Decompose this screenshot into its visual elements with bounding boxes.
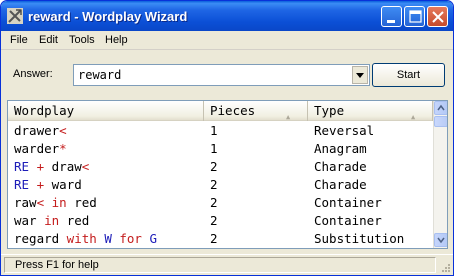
pieces-cell: 2: [210, 159, 218, 174]
status-text: Press F1 for help: [15, 259, 99, 271]
column-header-wordplay[interactable]: Wordplay: [8, 101, 204, 121]
menu-help[interactable]: Help: [105, 34, 128, 46]
wordplay-token: +: [29, 159, 52, 174]
chevron-down-icon: [356, 73, 364, 78]
answer-combobox[interactable]: reward: [73, 64, 370, 86]
wordplay-token: <: [36, 195, 45, 210]
wordplay-list[interactable]: Wordplay Pieces ▲ Type ▲ drawer< 1 Reversa…: [7, 100, 448, 249]
pieces-cell: 1: [210, 123, 218, 138]
wordplay-token: <: [59, 123, 67, 138]
pieces-cell: 2: [210, 231, 218, 246]
wordplay-cell: warder*: [14, 141, 67, 156]
wordplay-token: war: [14, 213, 37, 228]
minimize-button[interactable]: [381, 6, 402, 27]
minimize-icon: [387, 20, 395, 23]
answer-label: Answer:: [13, 68, 53, 80]
type-cell: Substitution: [314, 231, 405, 246]
wordplay-token: in: [36, 213, 67, 228]
window-title: reward - Wordplay Wizard: [28, 9, 188, 24]
wordplay-token: red: [66, 213, 90, 228]
chevron-down-icon: [437, 237, 445, 244]
wordplay-token: regard: [14, 231, 60, 246]
wordplay-token: *: [59, 141, 67, 156]
type-cell: Reversal: [314, 123, 375, 138]
type-cell: Anagram: [314, 141, 367, 156]
column-header-pieces[interactable]: Pieces ▲: [204, 101, 308, 121]
pieces-cell: 2: [210, 195, 218, 210]
wordplay-token: raw: [14, 195, 37, 210]
wordplay-token: W: [104, 231, 112, 246]
wizard-tools-icon: [7, 8, 23, 24]
start-button[interactable]: Start: [372, 63, 445, 87]
pieces-cell: 2: [210, 213, 218, 228]
vertical-scrollbar[interactable]: [433, 101, 447, 248]
wordplay-token: for: [111, 231, 150, 246]
type-cell: Container: [314, 195, 382, 210]
wordplay-token: ward: [51, 177, 82, 192]
list-rows: drawer< 1 Reversal warder* 1 Anagram RE + draw…: [8, 122, 433, 248]
pieces-cell: 2: [210, 177, 218, 192]
answer-input[interactable]: reward: [78, 68, 121, 82]
answer-dropdown-button[interactable]: [352, 66, 368, 84]
wordplay-cell: war in red: [14, 213, 89, 228]
type-cell: Charade: [314, 177, 367, 192]
pieces-cell: 1: [210, 141, 218, 156]
list-header: Wordplay Pieces ▲ Type ▲: [8, 101, 433, 121]
wordplay-token: red: [74, 195, 97, 210]
scroll-down-button[interactable]: [434, 233, 447, 247]
type-cell: Charade: [314, 159, 367, 174]
menu-bar: File Edit Tools Help: [1, 31, 453, 50]
app-window: reward - Wordplay Wizard File Edit Tools…: [0, 0, 454, 276]
wordplay-token: <: [81, 159, 90, 174]
wordplay-cell: RE + ward: [14, 177, 82, 192]
maximize-button[interactable]: [404, 6, 425, 27]
wordplay-token: warder: [14, 141, 60, 156]
maximize-icon: [409, 10, 422, 23]
title-bar[interactable]: reward - Wordplay Wizard: [1, 1, 453, 31]
status-bar: Press F1 for help: [1, 254, 453, 275]
table-row[interactable]: raw< in red 2 Container: [8, 194, 433, 212]
resize-grip-icon[interactable]: [439, 261, 451, 273]
wordplay-token: G: [149, 231, 158, 246]
type-cell: Container: [314, 213, 382, 228]
wordplay-token: with: [59, 231, 105, 246]
table-row[interactable]: warder* 1 Anagram: [8, 140, 433, 158]
wordplay-cell: RE + draw<: [14, 159, 89, 174]
wordplay-cell: regard with W for G: [14, 231, 157, 246]
scroll-thumb[interactable]: [434, 116, 447, 127]
wordplay-cell: raw< in red: [14, 195, 97, 210]
chevron-up-icon: [437, 104, 445, 111]
menu-file[interactable]: File: [10, 34, 28, 46]
status-panel: Press F1 for help: [4, 257, 436, 273]
table-row[interactable]: drawer< 1 Reversal: [8, 122, 433, 140]
table-row[interactable]: war in red 2 Container: [8, 212, 433, 230]
menu-edit[interactable]: Edit: [39, 34, 58, 46]
wordplay-token: draw: [51, 159, 82, 174]
wordplay-token: RE: [14, 177, 30, 192]
table-row[interactable]: regard with W for G 2 Substitution: [8, 230, 433, 248]
table-row[interactable]: RE + draw< 2 Charade: [8, 158, 433, 176]
menu-tools[interactable]: Tools: [69, 34, 95, 46]
close-button[interactable]: [427, 6, 448, 27]
wordplay-token: +: [29, 177, 52, 192]
scroll-up-button[interactable]: [434, 101, 447, 115]
wordplay-cell: drawer<: [14, 123, 67, 138]
wordplay-token: RE: [14, 159, 30, 174]
table-row[interactable]: RE + ward 2 Charade: [8, 176, 433, 194]
close-icon: [432, 11, 444, 23]
column-header-type[interactable]: Type ▲: [308, 101, 433, 121]
wordplay-token: drawer: [14, 123, 60, 138]
wordplay-token: in: [44, 195, 75, 210]
